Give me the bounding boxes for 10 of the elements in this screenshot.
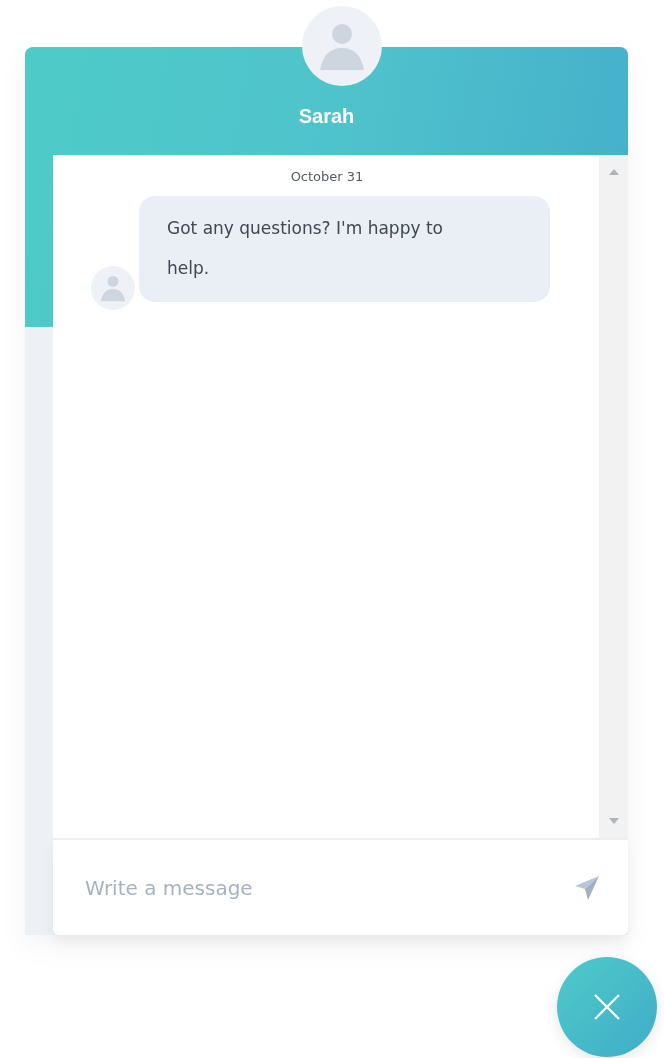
avatar-icon — [91, 266, 135, 310]
scroll-up-icon[interactable] — [608, 169, 619, 175]
message-date: October 31 — [289, 169, 365, 184]
message-field[interactable]: Write a message — [83, 874, 574, 901]
scrollbar[interactable] — [599, 155, 628, 838]
send-icon[interactable] — [574, 874, 600, 901]
agent-name: Sarah — [297, 105, 356, 129]
message-bubble: Got any questions? I'm happy to help. — [139, 196, 550, 302]
close-icon[interactable] — [593, 993, 621, 1021]
scroll-down-icon[interactable] — [608, 818, 619, 824]
